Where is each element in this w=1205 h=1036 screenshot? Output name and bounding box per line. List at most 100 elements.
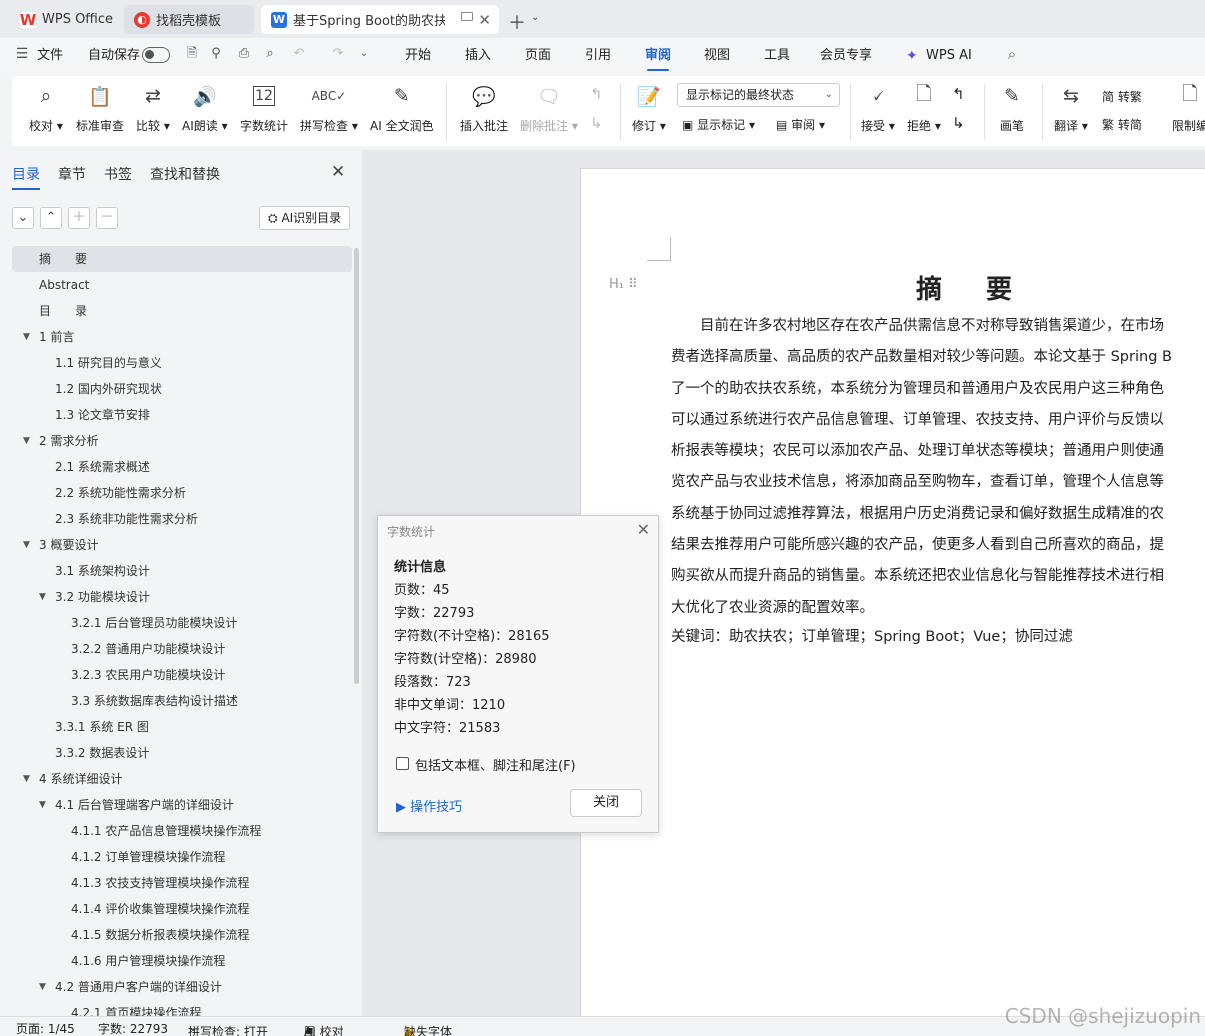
reject-button[interactable]: 🗋 拒绝 ▾ bbox=[907, 82, 941, 134]
menu-page[interactable]: 页面 bbox=[525, 38, 551, 74]
toc-item[interactable]: 目 录 bbox=[12, 298, 352, 324]
toc-item[interactable]: ▼ 3 概要设计 bbox=[12, 532, 352, 558]
toc-item[interactable]: 3.2.3 农民用户功能模块设计 bbox=[12, 662, 352, 688]
menu-insert[interactable]: 插入 bbox=[465, 38, 491, 74]
toc-item[interactable]: 4.1.4 评价收集管理模块操作流程 bbox=[12, 896, 352, 922]
add-heading-button[interactable]: ＋ bbox=[68, 207, 90, 229]
search-icon[interactable]: ⌕ bbox=[1004, 46, 1020, 62]
expand-triangle-icon[interactable]: ▼ bbox=[23, 428, 30, 454]
toc-item[interactable]: 2.3 系统非功能性需求分析 bbox=[12, 506, 352, 532]
tab-document[interactable]: W 基于Spring Boot的助农扶农 ✕ bbox=[261, 5, 499, 34]
toc-item[interactable]: Abstract bbox=[12, 272, 352, 298]
proofread-button[interactable]: ⌕ 校对 ▾ bbox=[29, 82, 63, 134]
standard-review-button[interactable]: 📋 标准审查 bbox=[76, 82, 124, 134]
hamburger-icon[interactable]: ☰ bbox=[14, 46, 30, 62]
menu-tools[interactable]: 工具 bbox=[764, 38, 790, 74]
review-pane-button[interactable]: ▤ 审阅 ▾ bbox=[776, 116, 825, 133]
menu-reference[interactable]: 引用 bbox=[585, 38, 611, 74]
menu-member[interactable]: 会员专享 bbox=[820, 38, 872, 74]
ai-polish-button[interactable]: ✎ AI 全文润色 bbox=[370, 82, 434, 134]
toc-item[interactable]: 3.3 系统数据库表结构设计描述 bbox=[12, 688, 352, 714]
dialog-close-icon[interactable]: ✕ bbox=[637, 520, 650, 539]
more-chevron-icon[interactable]: ⌄ bbox=[356, 46, 372, 62]
link-icon[interactable]: ⚲ bbox=[208, 46, 224, 62]
toc-item[interactable]: ▼ 4.1 后台管理端客户端的详细设计 bbox=[12, 792, 352, 818]
expand-triangle-icon[interactable]: ▼ bbox=[39, 974, 46, 1000]
next-comment-icon[interactable]: ↳ bbox=[590, 114, 603, 132]
toc-item[interactable]: ▼ 2 需求分析 bbox=[12, 428, 352, 454]
to-simplified-button[interactable]: 繁 转简 bbox=[1102, 116, 1142, 133]
expand-triangle-icon[interactable]: ▼ bbox=[39, 792, 46, 818]
delete-comment-button[interactable]: 🗨 删除批注 ▾ bbox=[520, 82, 578, 134]
compare-button[interactable]: ⇄ 比较 ▾ bbox=[136, 82, 170, 134]
markup-state-select[interactable]: 显示标记的最终状态 ⌄ bbox=[677, 83, 840, 107]
translate-button[interactable]: ⇆ 翻译 ▾ bbox=[1054, 82, 1088, 134]
toc-item[interactable]: 1.3 论文章节安排 bbox=[12, 402, 352, 428]
pane-scrollbar[interactable] bbox=[354, 248, 359, 684]
toc-item[interactable]: 3.1 系统架构设计 bbox=[12, 558, 352, 584]
status-page[interactable]: 页面: 1/45 bbox=[16, 1020, 75, 1036]
ai-read-button[interactable]: 🔊 AI朗读 ▾ bbox=[182, 82, 228, 134]
next-change-icon[interactable]: ↳ bbox=[952, 114, 965, 132]
show-markup-button[interactable]: ▣ 显示标记 ▾ bbox=[682, 116, 755, 133]
toc-item[interactable]: 1.2 国内外研究现状 bbox=[12, 376, 352, 402]
expand-triangle-icon[interactable]: ▼ bbox=[23, 532, 30, 558]
toc-item[interactable]: 3.2.2 普通用户功能模块设计 bbox=[12, 636, 352, 662]
print-preview-icon[interactable]: ⌕ bbox=[262, 46, 278, 62]
toc-item[interactable]: 4.1.3 农技支持管理模块操作流程 bbox=[12, 870, 352, 896]
to-traditional-button[interactable]: 简 转繁 bbox=[1102, 88, 1142, 105]
tab-find-replace[interactable]: 查找和替换 bbox=[150, 164, 220, 184]
collapse-all-button[interactable]: ⌄ bbox=[12, 207, 34, 229]
tab-chapters[interactable]: 章节 bbox=[58, 164, 86, 184]
undo-icon[interactable]: ↶ bbox=[291, 46, 307, 62]
new-tab-icon[interactable]: ＋ bbox=[508, 9, 526, 35]
toc-item[interactable]: ▼ 4 系统详细设计 bbox=[12, 766, 352, 792]
heading-mark-icon[interactable]: H₁ ⠿ bbox=[609, 277, 638, 292]
toc-item[interactable]: 1.1 研究目的与意义 bbox=[12, 350, 352, 376]
prev-change-icon[interactable]: ↰ bbox=[952, 85, 965, 103]
tab-wps-office[interactable]: W WPS Office bbox=[10, 5, 118, 34]
pen-button[interactable]: ✎ 画笔 bbox=[998, 82, 1026, 134]
toc-item[interactable]: 3.2.1 后台管理员功能模块设计 bbox=[12, 610, 352, 636]
expand-triangle-icon[interactable]: ▼ bbox=[23, 766, 30, 792]
tab-toc[interactable]: 目录 bbox=[12, 164, 40, 190]
chevron-down-icon[interactable]: ⌄ bbox=[531, 12, 539, 23]
prev-comment-icon[interactable]: ↰ bbox=[590, 85, 603, 103]
ai-toc-button[interactable]: ⛭ AI识别目录 bbox=[259, 206, 350, 230]
status-words[interactable]: 字数: 22793 bbox=[98, 1020, 168, 1036]
menu-wps-ai[interactable]: WPS AI bbox=[926, 38, 972, 74]
tab-docer[interactable]: ◐ 找稻壳模板 bbox=[124, 5, 254, 34]
status-ai-proof[interactable]: ▣ AI 校对 ⌄ bbox=[304, 1020, 344, 1036]
toc-item[interactable]: 2.1 系统需求概述 bbox=[12, 454, 352, 480]
toc-item[interactable]: 4.1.6 用户管理模块操作流程 bbox=[12, 948, 352, 974]
menu-file[interactable]: 文件 bbox=[37, 38, 63, 74]
menu-review[interactable]: 审阅 bbox=[645, 38, 671, 74]
status-spell[interactable]: 拼写检查: 打开 ⌄ bbox=[188, 1020, 268, 1036]
include-textbox-checkbox[interactable] bbox=[396, 757, 409, 770]
remove-heading-button[interactable]: － bbox=[96, 207, 118, 229]
toc-item[interactable]: ▼ 3.2 功能模块设计 bbox=[12, 584, 352, 610]
redo-icon[interactable]: ↷ bbox=[330, 46, 346, 62]
toc-item[interactable]: 3.3.2 数据表设计 bbox=[12, 740, 352, 766]
tips-link[interactable]: ▶ 操作技巧 bbox=[396, 796, 462, 815]
word-count-button[interactable]: 12 字数统计 bbox=[240, 82, 288, 134]
menu-view[interactable]: 视图 bbox=[704, 38, 730, 74]
restrict-edit-button[interactable]: 🗋 限制编 bbox=[1172, 82, 1205, 134]
toc-item[interactable]: 摘 要 bbox=[12, 246, 352, 272]
toc-item[interactable]: 4.1.1 农产品信息管理模块操作流程 bbox=[12, 818, 352, 844]
close-button[interactable]: 关闭 bbox=[570, 789, 642, 817]
insert-comment-button[interactable]: 💬 插入批注 bbox=[460, 82, 508, 134]
print-icon[interactable]: ⎙ bbox=[236, 46, 252, 62]
autosave-toggle[interactable] bbox=[142, 47, 170, 63]
expand-triangle-icon[interactable]: ▼ bbox=[23, 324, 30, 350]
spell-check-button[interactable]: ABC✓ 拼写检查 ▾ bbox=[300, 82, 358, 134]
toc-item[interactable]: ▼ 1 前言 bbox=[12, 324, 352, 350]
toc-item[interactable]: 4.1.2 订单管理模块操作流程 bbox=[12, 844, 352, 870]
save-icon[interactable]: 🗎 bbox=[184, 46, 200, 62]
toc-item[interactable]: 2.2 系统功能性需求分析 bbox=[12, 480, 352, 506]
toc-item[interactable]: 3.3.1 系统 ER 图 bbox=[12, 714, 352, 740]
accept-button[interactable]: 🗸 接受 ▾ bbox=[861, 82, 895, 134]
close-tab-icon[interactable]: ✕ bbox=[478, 11, 491, 29]
menu-start[interactable]: 开始 bbox=[405, 38, 431, 74]
tab-bookmarks[interactable]: 书签 bbox=[104, 164, 132, 184]
